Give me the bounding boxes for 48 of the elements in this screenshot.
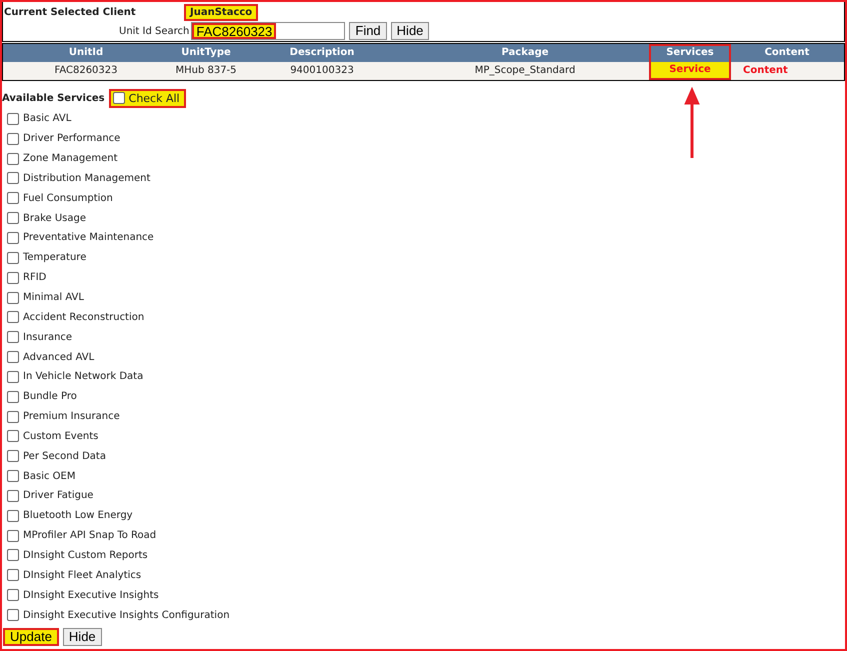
service-checkbox[interactable]: In Vehicle Network Data	[2, 366, 845, 387]
search-button[interactable]: Find	[349, 22, 387, 40]
check-all-checkbox[interactable]: Check All	[108, 88, 186, 108]
table-link[interactable]: Content	[731, 62, 843, 80]
service-checkbox[interactable]: Bluetooth Low Energy	[2, 506, 845, 526]
service-checkbox[interactable]: MProfiler API Snap To Road	[2, 526, 845, 546]
service-checkbox[interactable]: Temperature	[2, 248, 845, 268]
table-cell-text: MHub 837-5	[174, 64, 238, 78]
footer-button[interactable]: Update	[3, 628, 59, 646]
table-cell-text: FAC8260323	[53, 64, 119, 78]
arrow-icon	[684, 86, 700, 158]
footer-button[interactable]: Hide	[62, 628, 102, 646]
service-checkbox[interactable]: Insurance	[2, 327, 845, 348]
service-checkbox[interactable]: Preventative Maintenance	[2, 228, 845, 248]
services-label: Available Services	[2, 92, 105, 104]
service-checkbox[interactable]: DInsight Fleet Analytics	[2, 565, 845, 586]
service-checkbox[interactable]: Premium Insurance	[2, 406, 845, 426]
column-header: UnitType	[180, 46, 232, 60]
column-header: Package	[500, 46, 550, 60]
service-checkbox[interactable]: RFID	[2, 268, 845, 288]
unit-id-field[interactable]: FAC8260323	[191, 22, 346, 40]
table-cell-text: 9400100323	[289, 64, 355, 78]
column-header: UnitId	[68, 46, 104, 60]
service-checkbox[interactable]: Brake Usage	[2, 208, 845, 228]
table-cell-text: MP_Scope_Standard	[474, 64, 576, 78]
service-checkbox[interactable]: DInsight Custom Reports	[2, 546, 845, 566]
service-checkbox[interactable]: Minimal AVL	[2, 288, 845, 308]
column-header: Content	[764, 46, 810, 60]
service-checkbox[interactable]: Basic AVL	[2, 109, 845, 129]
service-checkbox[interactable]: Advanced AVL	[2, 347, 845, 367]
service-checkbox[interactable]: Accident Reconstruction	[2, 307, 845, 328]
service-checkbox[interactable]: Driver Performance	[2, 128, 845, 149]
search-button[interactable]: Hide	[390, 22, 430, 40]
service-checkbox[interactable]: Distribution Management	[2, 168, 845, 188]
client-name: JuanStacco	[184, 4, 258, 20]
service-checkbox[interactable]: Fuel Consumption	[2, 188, 845, 208]
client-label: Current Selected Client	[3, 6, 137, 18]
service-checkbox[interactable]: Per Second Data	[2, 446, 845, 466]
service-checkbox[interactable]: DInsight Executive Insights	[2, 585, 845, 606]
service-checkbox[interactable]: Driver Fatigue	[2, 486, 845, 506]
field-value: FAC8260323	[192, 23, 276, 39]
service-checkbox[interactable]: Zone Management	[2, 148, 845, 169]
service-checkbox[interactable]: Custom Events	[2, 426, 845, 446]
column-header: Description	[288, 46, 356, 60]
service-checkbox[interactable]: Dinsight Executive Insights Configuration	[2, 605, 845, 625]
search-label: Unit Id Search	[119, 26, 190, 36]
service-checkbox[interactable]: Bundle Pro	[2, 386, 845, 407]
service-checkbox[interactable]: Basic OEM	[2, 466, 845, 486]
